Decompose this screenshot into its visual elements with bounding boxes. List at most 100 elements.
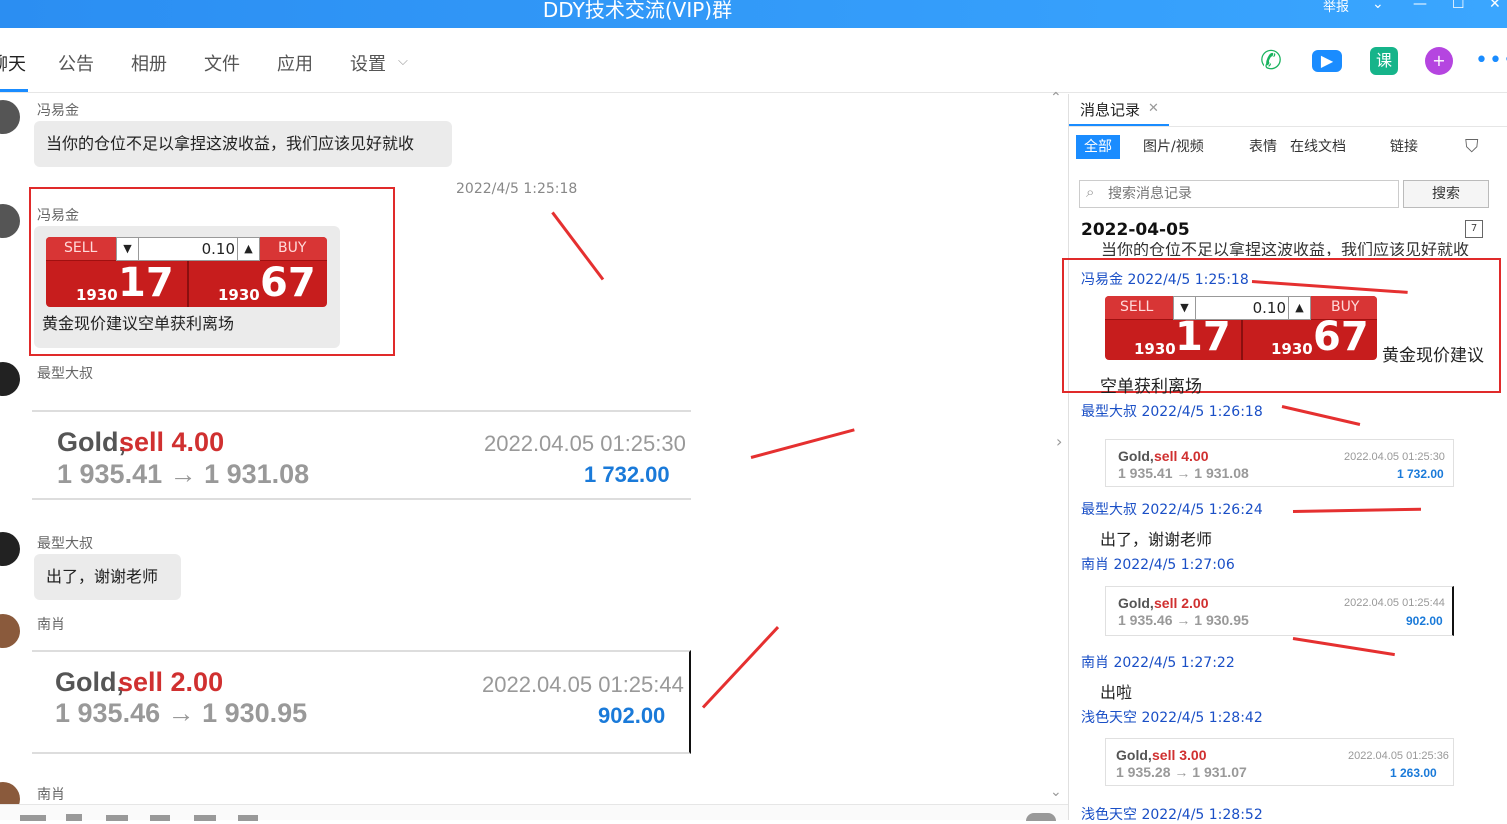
history-entry-header[interactable]: 南肖 2022/4/5 1:27:22 bbox=[1081, 652, 1235, 672]
history-entry-header[interactable]: 浅色天空 2022/4/5 1:28:52 bbox=[1081, 804, 1263, 824]
trade-card[interactable]: Gold, sell 4.00 1 935.41 → 1 931.08 2022… bbox=[32, 410, 691, 500]
tab-settings[interactable]: 设置 bbox=[350, 50, 386, 76]
tab-album[interactable]: 相册 bbox=[131, 50, 167, 76]
filter-icon[interactable]: ⛉ bbox=[1465, 136, 1479, 157]
expand-icon[interactable]: ⌄ bbox=[1050, 784, 1062, 800]
trade-widget[interactable]: SELL ▼ 0.10 ▲ BUY 1930 17 1930 67 bbox=[46, 237, 327, 307]
lot-value[interactable]: 0.10 bbox=[141, 240, 235, 258]
tab-apps[interactable]: 应用 bbox=[277, 50, 313, 76]
history-entry-header[interactable]: 最型大叔 2022/4/5 1:26:18 bbox=[1081, 401, 1263, 421]
card-prices: 1 935.41 → 1 931.08 bbox=[57, 459, 310, 489]
avatar[interactable] bbox=[0, 614, 20, 648]
close-icon[interactable]: ✕ bbox=[1489, 0, 1501, 12]
class-icon[interactable]: 课 bbox=[1370, 47, 1398, 75]
lot-stepper[interactable]: ▼ 0.10 ▲ bbox=[116, 237, 260, 261]
history-title: 消息记录 bbox=[1080, 101, 1141, 119]
report-link[interactable]: 举报 bbox=[1323, 0, 1349, 15]
more-tools-icon[interactable] bbox=[238, 815, 258, 821]
filter-all[interactable]: 全部 bbox=[1076, 135, 1120, 159]
video-call-icon[interactable]: ▶ bbox=[1312, 50, 1342, 72]
tab-files[interactable]: 文件 bbox=[204, 50, 240, 76]
increase-icon[interactable]: ▲ bbox=[1288, 297, 1310, 319]
annotation-arrow bbox=[750, 428, 855, 459]
decrease-icon[interactable]: ▼ bbox=[117, 238, 139, 260]
search-icon: ⌕ bbox=[1086, 183, 1095, 201]
calendar-icon[interactable]: 7 bbox=[1465, 220, 1483, 238]
search-input[interactable] bbox=[1108, 183, 1393, 205]
card-symbol: Gold, bbox=[57, 427, 126, 457]
avatar[interactable] bbox=[0, 204, 20, 238]
chevron-right-icon[interactable]: › bbox=[1056, 432, 1062, 451]
history-entry-header[interactable]: 浅色天空 2022/4/5 1:28:42 bbox=[1081, 707, 1263, 727]
maximize-icon[interactable]: ☐ bbox=[1452, 0, 1465, 12]
more-icon[interactable]: ••• bbox=[1475, 48, 1507, 73]
trade-widget[interactable]: SELL ▼ 0.10 ▲ BUY 1930 17 1930 67 bbox=[1105, 296, 1377, 360]
search-box[interactable]: ⌕ bbox=[1079, 180, 1399, 208]
chevron-down-icon[interactable]: ⌵ bbox=[398, 54, 408, 69]
history-entry-text: 出啦 bbox=[1100, 683, 1133, 702]
divider bbox=[187, 261, 189, 307]
history-entry-header[interactable]: 南肖 2022/4/5 1:27:06 bbox=[1081, 554, 1235, 574]
avatar[interactable] bbox=[0, 362, 20, 396]
collapse-icon[interactable]: ⌃ bbox=[1050, 90, 1062, 106]
buy-price-big[interactable]: 67 bbox=[260, 260, 316, 306]
trade-card[interactable]: Gold, sell 4.00 1 935.41 → 1 931.08 2022… bbox=[1105, 439, 1454, 487]
sell-label[interactable]: SELL bbox=[1120, 299, 1153, 315]
trade-card[interactable]: Gold, sell 2.00 1 935.46 → 1 930.95 2022… bbox=[1105, 586, 1454, 636]
sender-name: 南肖 bbox=[37, 787, 65, 803]
filter-media[interactable]: 图片/视频 bbox=[1135, 135, 1212, 159]
sender-name: 最型大叔 bbox=[37, 536, 93, 552]
buy-label[interactable]: BUY bbox=[278, 240, 306, 256]
card-order: sell 2.00 bbox=[118, 667, 224, 697]
emoji-icon[interactable] bbox=[20, 815, 46, 821]
sell-label[interactable]: SELL bbox=[64, 240, 97, 256]
filter-emoji[interactable]: 表情 bbox=[1241, 135, 1285, 159]
card-date: 2022.04.05 01:25:44 bbox=[482, 672, 684, 697]
window-title: DDY技术交流(VIP)群 bbox=[542, 0, 733, 22]
image-icon[interactable] bbox=[150, 815, 170, 821]
history-tab[interactable]: 消息记录 ✕ bbox=[1069, 94, 1169, 126]
sell-price-big[interactable]: 17 bbox=[118, 260, 174, 306]
close-icon[interactable]: ✕ bbox=[1148, 101, 1159, 116]
tab-notice[interactable]: 公告 bbox=[58, 50, 94, 76]
history-entry-text: 黄金现价建议 bbox=[1382, 346, 1484, 366]
divider bbox=[1069, 126, 1507, 127]
history-date: 2022-04-05 bbox=[1081, 220, 1190, 240]
tab-chat[interactable]: 聊天 bbox=[0, 50, 26, 76]
history-panel: 消息记录 ✕ 全部 图片/视频 表情 在线文档 链接 ⛉ ⌕ 搜索 2022-0… bbox=[1062, 94, 1507, 823]
active-tab-indicator bbox=[0, 89, 28, 92]
history-entry-header[interactable]: 冯易金 2022/4/5 1:25:18 bbox=[1081, 269, 1249, 289]
input-toolbar bbox=[0, 804, 1068, 821]
message-bubble[interactable]: SELL ▼ 0.10 ▲ BUY 1930 17 1930 67 黄金现价建议… bbox=[34, 226, 340, 348]
buy-label[interactable]: BUY bbox=[1331, 299, 1359, 315]
buy-price-small: 1930 bbox=[1271, 340, 1313, 358]
card-symbol: Gold, bbox=[1116, 747, 1152, 763]
sender-name: 冯易金 bbox=[37, 103, 79, 119]
filter-docs[interactable]: 在线文档 bbox=[1282, 135, 1354, 159]
phone-icon[interactable]: ✆ bbox=[1257, 47, 1285, 75]
avatar[interactable] bbox=[0, 532, 20, 566]
search-button[interactable]: 搜索 bbox=[1403, 180, 1489, 208]
card-date: 2022.04.05 01:25:36 bbox=[1348, 750, 1449, 762]
add-app-icon[interactable]: + bbox=[1425, 47, 1453, 75]
history-entry-text: 出了，谢谢老师 bbox=[1100, 530, 1213, 549]
increase-icon[interactable]: ▲ bbox=[237, 238, 259, 260]
card-date: 2022.04.05 01:25:30 bbox=[1344, 451, 1445, 463]
card-profit: 1 263.00 bbox=[1390, 766, 1437, 780]
card-order: sell 4.00 bbox=[119, 427, 225, 457]
trade-card[interactable]: Gold, sell 2.00 1 935.46 → 1 930.95 2022… bbox=[32, 650, 691, 754]
buy-price-big[interactable]: 67 bbox=[1313, 314, 1369, 360]
folder-icon[interactable] bbox=[106, 815, 128, 821]
message-bubble[interactable]: 当你的仓位不足以拿捏这波收益，我们应该见好就收 bbox=[34, 121, 452, 167]
trade-card[interactable]: Gold, sell 3.00 1 935.28 → 1 931.07 2022… bbox=[1105, 738, 1454, 786]
annotation-arrow bbox=[1292, 507, 1422, 513]
sell-price-big[interactable]: 17 bbox=[1175, 314, 1231, 360]
minimize-icon[interactable]: — bbox=[1413, 0, 1427, 12]
file-icon[interactable] bbox=[194, 815, 216, 821]
sender-name: 最型大叔 bbox=[37, 366, 93, 382]
chevron-down-icon[interactable]: ⌄ bbox=[1372, 0, 1384, 12]
avatar[interactable] bbox=[0, 100, 20, 134]
message-bubble[interactable]: 出了，谢谢老师 bbox=[34, 554, 181, 600]
filter-links[interactable]: 链接 bbox=[1382, 135, 1426, 159]
history-entry-header[interactable]: 最型大叔 2022/4/5 1:26:24 bbox=[1081, 499, 1263, 519]
